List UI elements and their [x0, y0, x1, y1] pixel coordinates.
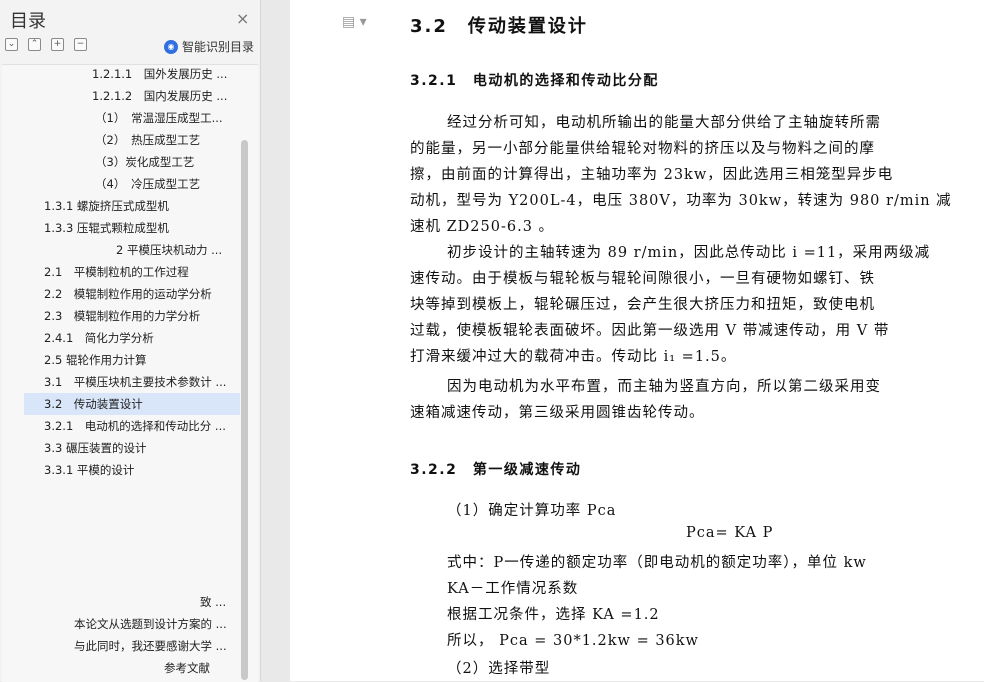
add-heading-icon[interactable]: +	[51, 38, 64, 51]
paragraph-line: 块等掉到模板上，辊轮碾压过，会产生很大挤压力和扭矩，致使电机	[410, 297, 875, 313]
paragraph-line: 速传动。由于模板与辊轮板与辊轮间隙很小，一旦有硬物如螺钉、铁	[410, 271, 875, 287]
document-page: ▤ ▾ 3.2 传动装置设计 3.2.1 电动机的选择和传动比分配 经过分析可知…	[290, 0, 984, 681]
toc-item[interactable]: 1.2.1.2 国内发展历史 ...	[92, 85, 227, 107]
toc-item[interactable]: 2.3 模辊制粒作用的力学分析	[44, 305, 200, 327]
toc-item[interactable]: （2） 热压成型工艺	[95, 129, 200, 151]
formula-line: Pca= KA P	[686, 525, 774, 541]
calc-line: 式中：P一传递的额定功率（即电动机的额定功率），单位 kw	[447, 555, 867, 571]
document-gutter	[261, 0, 290, 681]
toc-scrollbar[interactable]	[241, 140, 248, 680]
calc-line: （1）确定计算功率 Pca	[447, 503, 617, 519]
toc-sidebar: 目录 × ⌄ ⌃ + − ◉ 智能识别目录 1.2.1.1 国外发展历史 ...…	[0, 0, 261, 682]
calc-line: 根据工况条件，选择 KA =1.2	[447, 607, 660, 623]
toc-item[interactable]: 3.2.1 电动机的选择和传动比分 ...	[44, 415, 226, 437]
close-icon[interactable]: ×	[236, 9, 249, 28]
toc-item[interactable]: 2.4.1 简化力学分析	[44, 327, 154, 349]
toc-item[interactable]: 参考文献	[164, 657, 210, 679]
paragraph-line: 速机 ZD250-6.3 。	[410, 219, 555, 235]
paragraph-line: 擦，由前面的计算得出，主轴功率为 23kw，因此选用三相笼型异步电	[410, 167, 894, 183]
toc-item[interactable]: （4） 冷压成型工艺	[95, 173, 200, 195]
page-icon[interactable]: ▤ ▾	[342, 14, 367, 30]
paragraph-line: 因为电动机为水平布置，而主轴为竖直方向，所以第二级采用变	[447, 379, 881, 395]
toc-item[interactable]: （3）炭化成型工艺	[95, 151, 194, 173]
toc-item[interactable]: 2.1 平模制粒机的工作过程	[44, 261, 189, 283]
heading-level2: 3.2.2 第一级减速传动	[410, 462, 582, 478]
heading-level2: 3.2.1 电动机的选择和传动比分配	[410, 73, 659, 89]
toc-item[interactable]: 3.3.1 平模的设计	[44, 459, 134, 481]
calc-line: （2）选择带型	[447, 661, 551, 677]
paragraph-line: 经过分析可知，电动机所输出的能量大部分供给了主轴旋转所需	[447, 115, 881, 131]
paragraph-line: 动机，型号为 Y200L-4，电压 380V，功率为 30kw，转速为 980 …	[410, 193, 952, 209]
smart-toc-label: 智能识别目录	[182, 40, 255, 54]
toc-item[interactable]: 1.3.1 螺旋挤压式成型机	[44, 195, 169, 217]
calc-line: 所以， Pca = 30*1.2kw = 36kw	[447, 633, 699, 649]
paragraph-line: 过载，使模板辊轮表面破坏。因此第一级选用 V 带减速传动，用 V 带	[410, 323, 890, 339]
toc-item[interactable]: 致 ...	[200, 591, 226, 613]
collapse-all-icon[interactable]: ⌄	[5, 38, 18, 51]
calc-line: KA－工作情况系数	[447, 581, 579, 597]
expand-up-icon[interactable]: ⌃	[28, 38, 41, 51]
toc-item[interactable]: 3.3 碾压装置的设计	[44, 437, 146, 459]
toc-item-selected[interactable]: 3.2 传动装置设计	[24, 393, 240, 415]
paragraph-line: 初步设计的主轴转速为 89 r/min，因此总传动比 i =11，采用两级减	[447, 245, 931, 261]
toc-toolbar: ⌄ ⌃ + −	[5, 38, 87, 51]
paragraph-line: 速箱减速传动，第三级采用圆锥齿轮传动。	[410, 405, 705, 421]
toc-item[interactable]: 本论文从选题到设计方案的 ...	[74, 613, 227, 635]
paragraph-line: 的能量，另一小部分能量供给辊轮对物料的挤压以及与物料之间的摩	[410, 141, 875, 157]
smart-recognize-icon: ◉	[164, 39, 178, 54]
toc-title: 目录	[10, 11, 46, 32]
toc-item[interactable]: 2.5 辊轮作用力计算	[44, 349, 146, 371]
toc-item[interactable]: 与此同时，我还要感谢大学 ...	[74, 635, 227, 657]
toc-item[interactable]: 1.3.3 压辊式颗粒成型机	[44, 217, 169, 239]
paragraph-line: 打滑来缓冲过大的载荷冲击。传动比 i₁ =1.5。	[410, 349, 737, 365]
toc-item[interactable]: （1） 常温湿压成型工...	[95, 107, 223, 129]
toc-item[interactable]: 1.2.1.1 国外发展历史 ...	[92, 63, 227, 85]
toc-item[interactable]: 2.2 模辊制粒作用的运动学分析	[44, 283, 212, 305]
toc-item[interactable]: 3.1 平模压块机主要技术参数计 ...	[44, 371, 226, 393]
smart-toc-button[interactable]: ◉ 智能识别目录	[164, 38, 254, 55]
heading-level1: 3.2 传动装置设计	[410, 16, 588, 37]
remove-heading-icon[interactable]: −	[74, 38, 87, 51]
toc-item[interactable]: 2 平模压块机动力 ...	[116, 239, 222, 261]
